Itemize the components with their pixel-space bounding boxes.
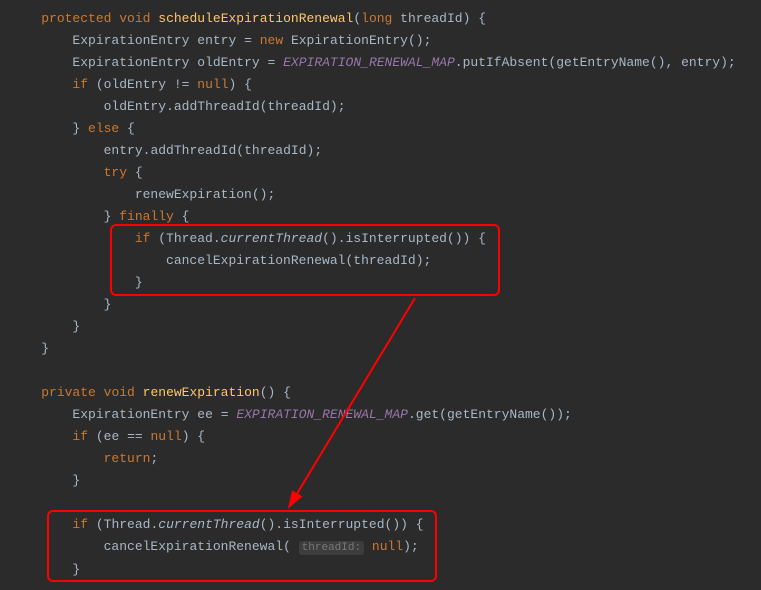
method-call: getEntryName [447, 407, 541, 422]
arg: entry [681, 55, 720, 70]
keyword-protected: protected [41, 11, 111, 26]
param-hint: threadId: [299, 541, 364, 555]
type-name: ExpirationEntry [72, 407, 189, 422]
keyword-if: if [72, 517, 88, 532]
keyword-if: if [135, 231, 151, 246]
method-call: isInterrupted [283, 517, 384, 532]
var-name: oldEntry [104, 77, 166, 92]
type-name: ExpirationEntry [72, 33, 189, 48]
static-method: currentThread [221, 231, 322, 246]
op: == [127, 429, 143, 444]
method-call: get [416, 407, 439, 422]
keyword-null: null [372, 539, 403, 554]
arg: threadId [244, 143, 306, 158]
method-call: cancelExpirationRenewal [104, 539, 283, 554]
arg: threadId [268, 99, 330, 114]
keyword-void: void [119, 11, 150, 26]
keyword-private: private [41, 385, 96, 400]
op: = [221, 407, 229, 422]
code-block: protected void scheduleExpirationRenewal… [10, 8, 761, 581]
method-call: putIfAbsent [463, 55, 549, 70]
method-name: renewExpiration [143, 385, 260, 400]
var-name: oldEntry [104, 99, 166, 114]
keyword-try: try [104, 165, 127, 180]
static-field: EXPIRATION_RENEWAL_MAP [283, 55, 455, 70]
var-name: entry [104, 143, 143, 158]
keyword-finally: finally [119, 209, 174, 224]
keyword-return: return [104, 451, 151, 466]
type-name: Thread [104, 517, 151, 532]
static-field: EXPIRATION_RENEWAL_MAP [236, 407, 408, 422]
keyword-new: new [260, 33, 283, 48]
var-name: oldEntry [197, 55, 259, 70]
keyword-null: null [197, 77, 228, 92]
method-call: isInterrupted [346, 231, 447, 246]
op: = [244, 33, 252, 48]
param-name: threadId [400, 11, 462, 26]
keyword-void: void [104, 385, 135, 400]
op: != [174, 77, 190, 92]
arg: threadId [353, 253, 415, 268]
method-name: scheduleExpirationRenewal [158, 11, 353, 26]
method-call: addThreadId [174, 99, 260, 114]
type-name: ExpirationEntry [72, 55, 189, 70]
method-call: renewExpiration [135, 187, 252, 202]
var-name: entry [197, 33, 236, 48]
static-method: currentThread [158, 517, 259, 532]
op: = [268, 55, 276, 70]
type-name: Thread [166, 231, 213, 246]
keyword-else: else [88, 121, 119, 136]
method-call: cancelExpirationRenewal [166, 253, 345, 268]
keyword-null: null [150, 429, 181, 444]
method-call: addThreadId [150, 143, 236, 158]
keyword-if: if [72, 429, 88, 444]
keyword-if: if [72, 77, 88, 92]
type-name: ExpirationEntry [291, 33, 408, 48]
keyword-long: long [361, 11, 392, 26]
var-name: ee [197, 407, 213, 422]
method-call: getEntryName [556, 55, 650, 70]
var-name: ee [104, 429, 120, 444]
